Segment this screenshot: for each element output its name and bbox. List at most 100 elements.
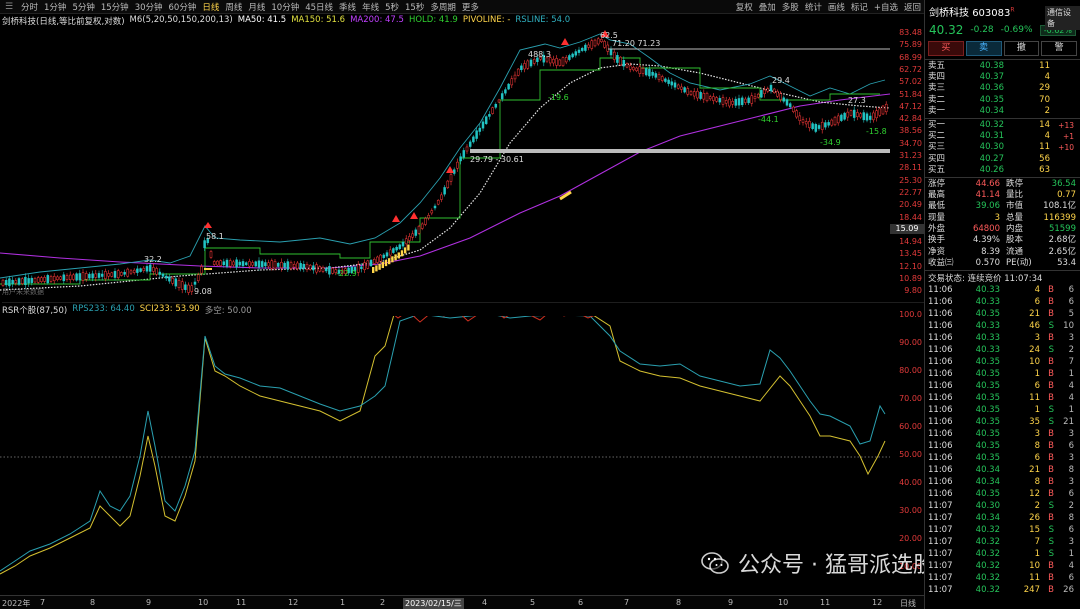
- candle-body: [584, 44, 587, 51]
- price-tick-label: 42.84: [899, 114, 922, 124]
- period-tab-3[interactable]: 15分钟: [98, 1, 132, 13]
- tick-list[interactable]: 11:06 40.33 4 B 6 11:06 40.33 6 B 6 11:06 40.35 21 B 5…: [925, 284, 1080, 596]
- candle-body: [590, 40, 594, 49]
- tool-button-0[interactable]: 复权: [733, 1, 756, 13]
- ma-indicator-label[interactable]: M6(5,20,50,150,200,13): [130, 15, 233, 27]
- candle-body: [756, 93, 760, 98]
- candle-body: [280, 262, 283, 269]
- period-tab-15[interactable]: 多周期: [427, 1, 459, 13]
- candle-body: [593, 39, 597, 47]
- candle-body: [331, 267, 334, 274]
- annotation-band: 29.79 - 30.61: [470, 155, 524, 164]
- rsline-value: RSLINE: 54.0: [515, 15, 571, 25]
- period-tab-2[interactable]: 5分钟: [69, 1, 97, 13]
- candle-body: [817, 125, 821, 129]
- bid-volume-delta: +10: [1058, 143, 1074, 153]
- tick-qty: 26: [1029, 513, 1040, 524]
- candle-body: [433, 205, 437, 209]
- sector-button[interactable]: 通信设备: [1045, 6, 1080, 30]
- date-tick-label: 10: [778, 598, 789, 607]
- candle-body: [312, 265, 315, 271]
- date-axis: 日线 2022年 7 8 9 10 11 12 1 2 2023/02/15/三 4 5 6 7 8 9 10 1…: [0, 595, 924, 609]
- period-tab-5[interactable]: 60分钟: [166, 1, 200, 13]
- stat-value-2: 51599: [1048, 224, 1076, 235]
- tool-button-6[interactable]: +自选: [871, 1, 901, 13]
- candle-body: [612, 51, 616, 60]
- bid-volume-delta: [1050, 154, 1074, 165]
- bid-price: 40.31: [979, 131, 1004, 142]
- tick-time: 11:07: [928, 537, 953, 548]
- candle-body: [622, 60, 626, 67]
- candle-body: [238, 261, 242, 266]
- candle-body: [769, 84, 773, 92]
- date-tick-label: 9: [728, 598, 734, 607]
- candle-body: [462, 150, 466, 158]
- period-tab-1[interactable]: 1分钟: [41, 1, 69, 13]
- highlighted-candle: [407, 244, 410, 251]
- wechat-icon: [701, 552, 729, 574]
- price-tick-label: 51.84: [899, 89, 922, 99]
- candle-body: [500, 93, 504, 100]
- candle-body: [171, 277, 174, 284]
- period-tab-0[interactable]: 分时: [18, 1, 41, 13]
- alert-button[interactable]: 警: [1041, 41, 1077, 56]
- tool-button-3[interactable]: 统计: [802, 1, 825, 13]
- tool-button-2[interactable]: 多股: [779, 1, 802, 13]
- period-tab-10[interactable]: 45日线: [302, 1, 336, 13]
- period-label[interactable]: 日线: [900, 598, 916, 609]
- candle-body: [728, 98, 731, 107]
- candle-body: [571, 53, 574, 58]
- candle-body: [235, 259, 238, 268]
- period-tab-9[interactable]: 10分钟: [268, 1, 302, 13]
- candlestick-chart[interactable]: 58.1 32.2 9.08 -22.9 488.3 62.5 71.20 71…: [0, 28, 890, 300]
- tick-price: 40.34: [975, 513, 1000, 524]
- candle-body: [744, 98, 747, 103]
- candle-body: [292, 264, 296, 268]
- stat-row: 换手 4.39% 股本 2.68亿: [925, 235, 1080, 246]
- annotation-488-3: 488.3: [528, 50, 551, 59]
- period-tab-13[interactable]: 5秒: [382, 1, 402, 13]
- candle-body: [283, 262, 286, 268]
- tick-qty: 1: [1034, 369, 1040, 380]
- stat-key-2: 跌停: [1006, 178, 1024, 189]
- candle-body: [88, 273, 91, 279]
- period-tab-4[interactable]: 30分钟: [132, 1, 166, 13]
- period-tab-8[interactable]: 月线: [245, 1, 268, 13]
- rsr-tick-label: 90.00: [899, 338, 922, 347]
- tool-button-4[interactable]: 画线: [825, 1, 848, 13]
- candle-body: [436, 199, 440, 205]
- price-tick-label: 83.48: [899, 28, 922, 37]
- candle-body: [747, 97, 750, 104]
- tool-button-7[interactable]: 返回: [901, 1, 924, 13]
- rsr-indicator-name[interactable]: RSR个股(87,50): [2, 304, 67, 316]
- bid-row: 买五 40.26 63: [925, 165, 1080, 176]
- sell-button[interactable]: 卖: [965, 41, 1002, 56]
- period-tab-11[interactable]: 季线: [336, 1, 359, 13]
- candle-body: [155, 268, 158, 275]
- tool-button-5[interactable]: 标记: [848, 1, 871, 13]
- tick-price: 40.35: [975, 369, 1000, 380]
- tick-row: 11:06 40.35 10 B 7: [925, 356, 1080, 368]
- price-tick-label: 28.11: [899, 163, 922, 173]
- candle-body: [811, 123, 814, 130]
- candle-body: [187, 284, 190, 293]
- date-tick-label: 2: [380, 598, 386, 607]
- period-tab-14[interactable]: 15秒: [402, 1, 427, 13]
- price-tick-label: 18.44: [899, 212, 922, 222]
- buy-button[interactable]: 买: [928, 41, 964, 56]
- period-tab-16[interactable]: 更多: [459, 1, 482, 13]
- cancel-order-button[interactable]: 撤: [1003, 41, 1040, 56]
- candle-body: [555, 58, 558, 66]
- tick-price: 40.35: [975, 489, 1000, 500]
- candle-body: [420, 223, 424, 229]
- period-tab-7[interactable]: 周线: [222, 1, 245, 13]
- candle-body: [132, 269, 136, 273]
- tool-button-1[interactable]: 叠加: [756, 1, 779, 13]
- date-tick-label: 8: [90, 598, 96, 607]
- period-tab-6[interactable]: 日线: [199, 1, 222, 13]
- candle-body: [168, 276, 171, 282]
- period-tab-12[interactable]: 年线: [359, 1, 382, 13]
- tick-price: 40.33: [975, 321, 1000, 332]
- stat-key: 涨停: [928, 178, 946, 189]
- menu-icon[interactable]: ☰: [3, 1, 15, 13]
